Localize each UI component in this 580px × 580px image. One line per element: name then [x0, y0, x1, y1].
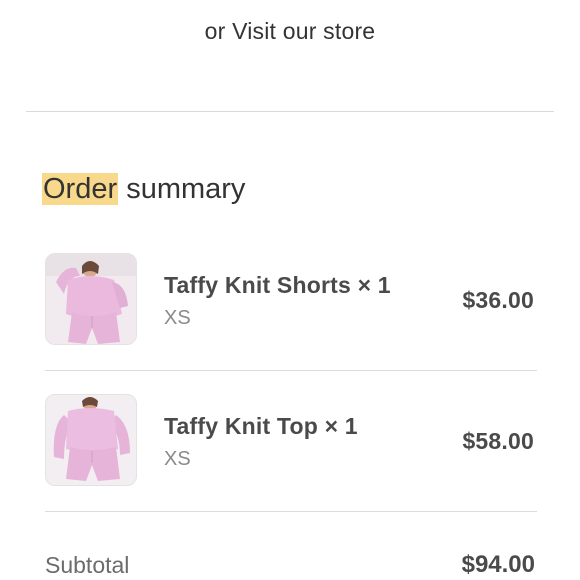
product-thumbnail [45, 394, 137, 486]
title-rest: summary [118, 173, 246, 205]
subtotal-label: Subtotal [45, 552, 130, 578]
highlighted-word: Order [42, 173, 119, 205]
line-item: Taffy Knit Shorts × 1 XS $36.00 [45, 253, 537, 345]
order-summary-title: Order summary [42, 173, 245, 206]
item-price: $58.00 [462, 428, 534, 454]
visit-store-link[interactable]: or Visit our store [0, 18, 580, 45]
item-variant: XS [164, 448, 191, 470]
product-photo-icon [46, 254, 136, 344]
item-name: Taffy Knit Top × 1 [164, 413, 358, 439]
product-thumbnail [45, 253, 137, 345]
item-divider [45, 511, 537, 512]
line-item: Taffy Knit Top × 1 XS $58.00 [45, 394, 537, 486]
item-name: Taffy Knit Shorts × 1 [164, 272, 391, 298]
item-divider [45, 370, 537, 371]
product-photo-icon [46, 395, 136, 485]
section-divider [26, 111, 554, 112]
subtotal-value: $94.00 [461, 551, 535, 578]
item-price: $36.00 [462, 287, 534, 313]
item-variant: XS [164, 307, 191, 329]
